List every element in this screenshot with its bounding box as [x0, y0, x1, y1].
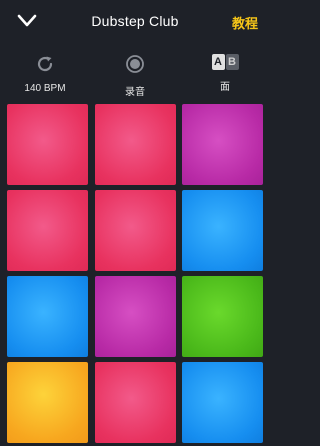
bpm-button[interactable]: 140 BPM	[5, 48, 85, 94]
side-a-badge: A	[211, 54, 225, 70]
ab-switch-icon: A B	[211, 54, 239, 74]
pad-4-1[interactable]	[7, 362, 88, 443]
refresh-icon	[37, 56, 53, 72]
app-header: Dubstep Club 教程	[0, 0, 270, 46]
pad-3-2[interactable]	[95, 276, 176, 357]
page-title: Dubstep Club	[91, 13, 179, 29]
pad-2-3[interactable]	[182, 190, 263, 271]
record-button[interactable]: 录音	[95, 48, 175, 98]
pad-2-1[interactable]	[7, 190, 88, 271]
record-label: 录音	[125, 87, 145, 98]
pad-3-3[interactable]	[182, 276, 263, 357]
side-label: 面	[220, 82, 230, 93]
pad-1-3[interactable]	[182, 104, 263, 185]
toolbar: 140 BPM 录音 A B 面	[0, 48, 270, 98]
pad-4-3[interactable]	[182, 362, 263, 443]
pad-1-2[interactable]	[95, 104, 176, 185]
pad-2-2[interactable]	[95, 190, 176, 271]
tutorial-button[interactable]: 教程	[232, 13, 258, 32]
record-icon	[126, 55, 144, 73]
pad-3-1[interactable]	[7, 276, 88, 357]
pad-4-2[interactable]	[95, 362, 176, 443]
side-switch-button[interactable]: A B 面	[185, 48, 265, 93]
side-b-badge: B	[225, 54, 239, 70]
pad-1-1[interactable]	[7, 104, 88, 185]
bpm-label: 140 BPM	[24, 83, 66, 94]
